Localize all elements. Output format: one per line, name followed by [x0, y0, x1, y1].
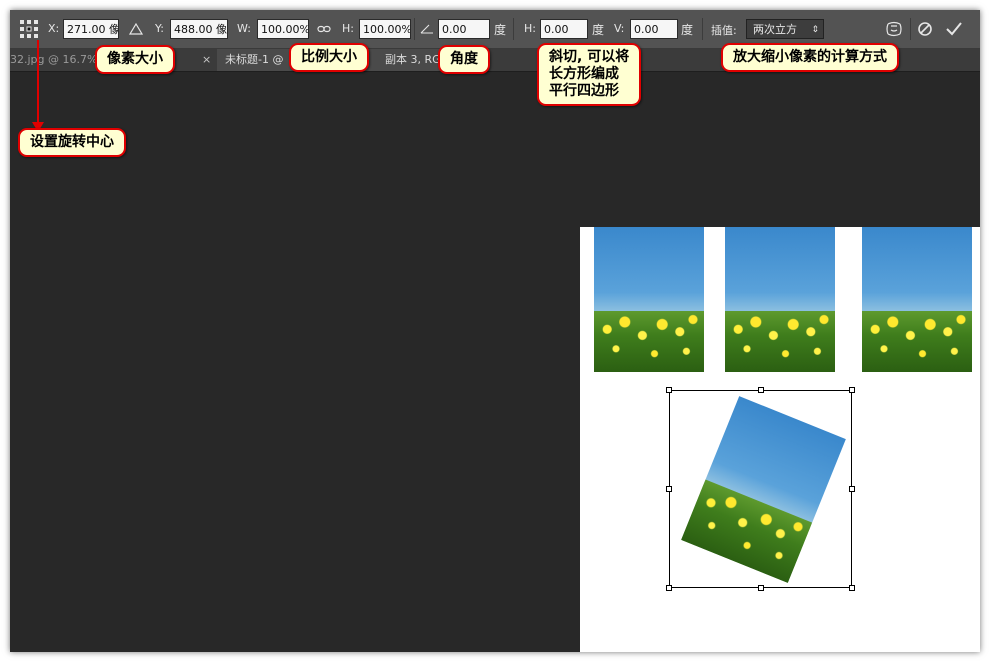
- callout-pixel-size: 像素大小: [95, 45, 175, 74]
- separator: [910, 18, 911, 40]
- separator: [513, 18, 514, 40]
- skew-vertical-field[interactable]: 0.00: [630, 19, 678, 39]
- transform-handle-left[interactable]: [666, 486, 672, 492]
- close-icon[interactable]: ×: [202, 49, 211, 71]
- chain-link-icon[interactable]: [317, 24, 331, 34]
- angle-icon: [420, 24, 433, 34]
- callout-interpolation: 放大缩小像素的计算方式: [721, 43, 899, 72]
- image-layer-1[interactable]: [594, 227, 704, 372]
- transform-handle-top[interactable]: [758, 387, 764, 393]
- image-layer-3[interactable]: [862, 227, 972, 372]
- checkmark-icon[interactable]: [945, 21, 963, 37]
- callout-arrow: [37, 40, 39, 128]
- angle-unit: 度: [494, 23, 507, 37]
- separator: [702, 18, 703, 40]
- cancel-icon[interactable]: [917, 21, 933, 37]
- w-label: W:: [237, 22, 251, 35]
- separator: [414, 18, 415, 40]
- angle-field[interactable]: 0.00: [438, 19, 490, 39]
- width-scale-field[interactable]: 100.00%: [257, 19, 309, 39]
- transform-handle-bottom-left[interactable]: [666, 585, 672, 591]
- transform-handle-top-right[interactable]: [849, 387, 855, 393]
- transform-handle-bottom-right[interactable]: [849, 585, 855, 591]
- delta-triangle-icon[interactable]: [129, 23, 143, 35]
- callout-skew: 斜切, 可以将 长方形编成 平行四边形: [537, 43, 642, 106]
- interpolation-label: 插值:: [711, 24, 737, 37]
- x-label: X:: [48, 22, 60, 35]
- tab-label: 未标题-1 @: [225, 53, 284, 66]
- y-position-field[interactable]: 488.00 像素: [170, 19, 228, 39]
- callout-rotation-center: 设置旋转中心: [18, 128, 126, 157]
- image-layer-2[interactable]: [725, 227, 835, 372]
- reference-point-icon[interactable]: [19, 19, 39, 39]
- height-scale-field[interactable]: 100.00%: [359, 19, 411, 39]
- skew-v-unit: 度: [681, 23, 694, 37]
- select-arrows-icon: ⇕: [811, 25, 819, 35]
- photoshop-window: X: 271.00 像素 Y: 488.00 像素 W: 100.00% H: …: [10, 10, 980, 652]
- y-label: Y:: [155, 22, 164, 35]
- x-position-field[interactable]: 271.00 像素: [63, 19, 119, 39]
- transform-handle-right[interactable]: [849, 486, 855, 492]
- tab-label: 32.jpg @ 16.7% (: [10, 53, 106, 66]
- transform-handle-top-left[interactable]: [666, 387, 672, 393]
- h-label: H:: [342, 22, 354, 35]
- callout-angle: 角度: [438, 45, 490, 74]
- warp-icon[interactable]: [885, 20, 903, 38]
- skew-horizontal-field[interactable]: 0.00: [540, 19, 588, 39]
- interpolation-value: 两次立方: [753, 23, 797, 36]
- callout-scale-size: 比例大小: [289, 43, 369, 72]
- transform-bounding-box[interactable]: [669, 390, 852, 588]
- transform-handle-bottom[interactable]: [758, 585, 764, 591]
- skew-h-unit: 度: [592, 23, 605, 37]
- skew-h-label: H:: [524, 22, 536, 35]
- interpolation-select[interactable]: 两次立方 ⇕: [746, 19, 824, 39]
- skew-v-label: V:: [614, 22, 625, 35]
